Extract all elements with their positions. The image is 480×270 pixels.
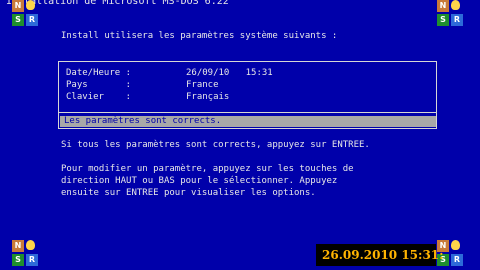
n-icon[interactable]: N	[12, 0, 24, 12]
instruction-line-3: direction HAUT ou BAS pour le sélectionn…	[61, 176, 338, 186]
setting-label-datetime: Date/Heure :	[66, 68, 132, 78]
bulb-icon[interactable]	[451, 0, 460, 10]
setting-value-country[interactable]: France	[186, 80, 219, 91]
title-bar: Installation de Microsoft MS-DOS 6.22	[0, 0, 480, 13]
intro-text: Install utilisera les paramètres système…	[61, 31, 338, 41]
n-icon[interactable]: N	[12, 240, 24, 252]
r-icon[interactable]: R	[451, 254, 463, 266]
bulb-icon[interactable]	[26, 0, 35, 10]
r-icon[interactable]: R	[26, 254, 38, 266]
setting-label-country: Pays :	[66, 80, 132, 90]
instruction-line-2: Pour modifier un paramètre, appuyez sur …	[61, 164, 354, 174]
s-icon[interactable]: S	[437, 14, 449, 26]
window-title: Installation de Microsoft MS-DOS 6.22	[6, 0, 229, 7]
setting-value-datetime[interactable]: 26/09/10 15:31	[186, 68, 273, 79]
bulb-icon[interactable]	[451, 240, 460, 250]
overlay-controls-bottom-left: N S R	[8, 240, 39, 269]
instruction-line-4: ensuite sur ENTREE pour visualiser les o…	[61, 188, 316, 198]
s-icon[interactable]: S	[12, 254, 24, 266]
overlay-controls-top-left: N S R	[8, 0, 39, 29]
selected-option-correct[interactable]: Les paramètres sont corrects.	[60, 116, 436, 127]
s-icon[interactable]: S	[12, 14, 24, 26]
bulb-icon[interactable]	[26, 240, 35, 250]
n-icon[interactable]: N	[437, 0, 449, 12]
video-timestamp: 26.09.2010 15:31:	[316, 244, 444, 266]
instruction-line-1: Si tous les paramètres sont corrects, ap…	[61, 140, 370, 150]
settings-divider	[59, 112, 436, 113]
overlay-controls-top-right: N S R	[433, 0, 464, 29]
r-icon[interactable]: R	[26, 14, 38, 26]
r-icon[interactable]: R	[451, 14, 463, 26]
setting-label-keyboard: Clavier :	[66, 92, 132, 102]
setting-value-keyboard[interactable]: Français	[186, 92, 229, 103]
